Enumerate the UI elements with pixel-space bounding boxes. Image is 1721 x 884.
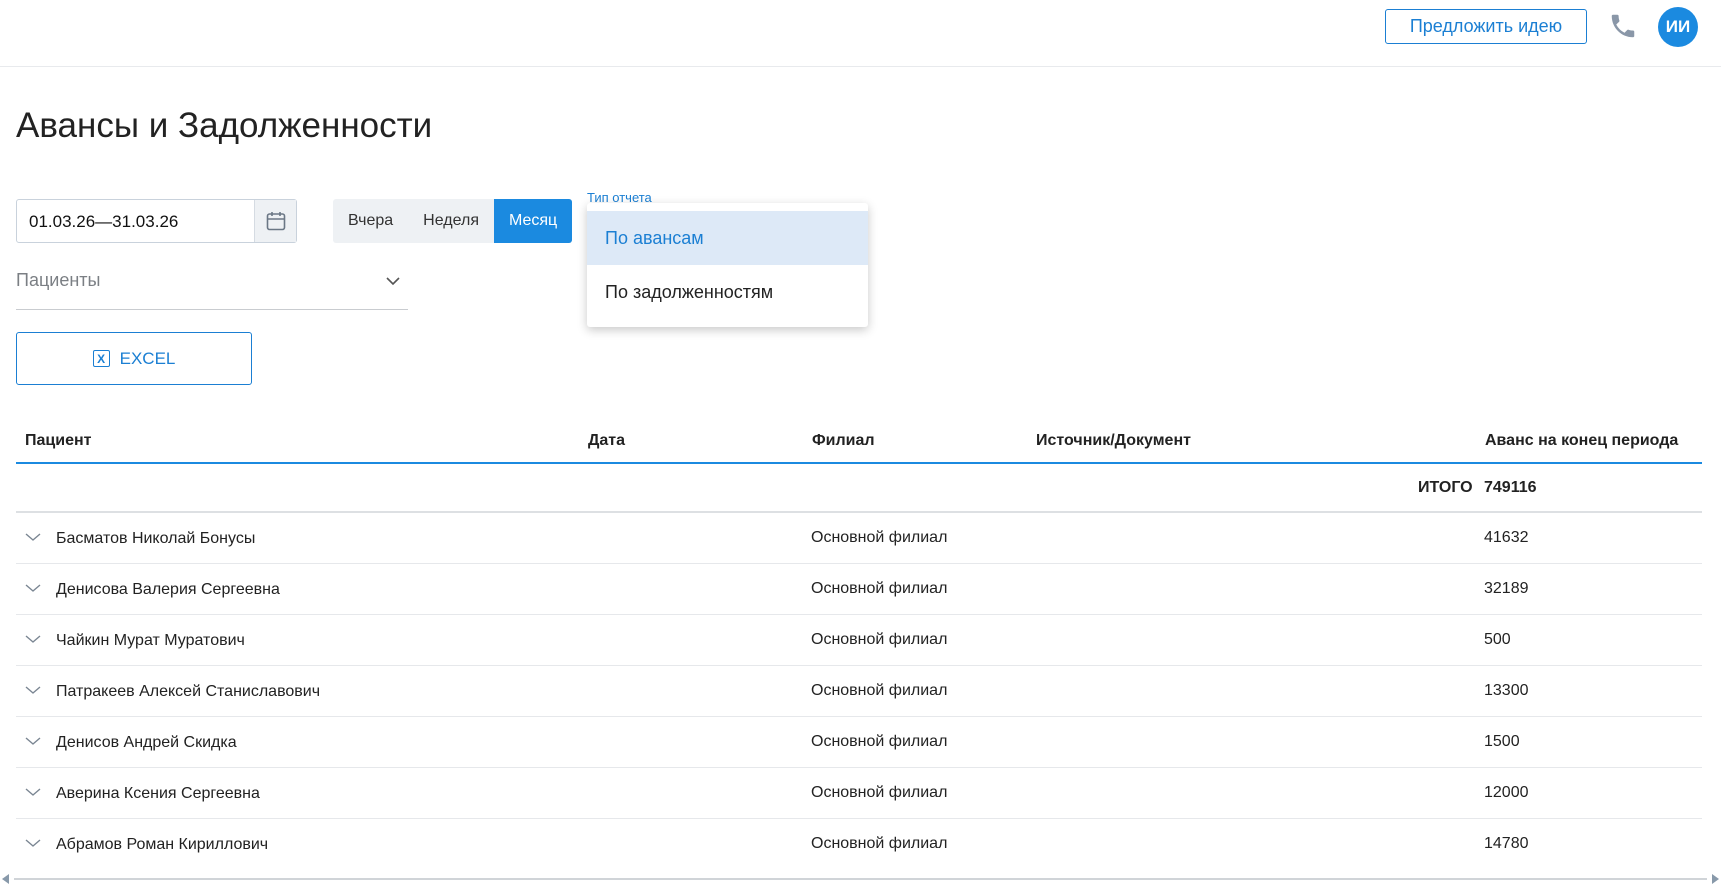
period-selector: Вчера Неделя Месяц [333, 199, 573, 243]
date-range-value[interactable]: 01.03.26—31.03.26 [29, 212, 178, 232]
row-advance: 12000 [1484, 784, 1529, 801]
horizontal-scrollbar[interactable] [0, 872, 1721, 884]
column-header-date[interactable]: Дата [588, 432, 625, 450]
page-title: Авансы и Задолженности [16, 106, 433, 145]
row-branch: Основной филиал [811, 733, 948, 750]
phone-icon[interactable] [1608, 11, 1638, 41]
row-patient: Денисова Валерия Сергеевна [56, 581, 280, 598]
table-row[interactable]: Абрамов Роман Кириллович Основной филиал… [16, 819, 1702, 870]
table-header: Пациент Дата Филиал Источник/Документ Ав… [16, 427, 1702, 464]
table-row[interactable]: Басматов Николай Бонусы Основной филиал … [16, 513, 1702, 564]
scrollbar-track[interactable] [14, 878, 1707, 880]
total-label: ИТОГО [1418, 479, 1473, 496]
row-branch: Основной филиал [811, 580, 948, 597]
row-patient: Басматов Николай Бонусы [56, 530, 256, 547]
row-advance: 41632 [1484, 529, 1529, 546]
expand-chevron-icon[interactable] [24, 785, 42, 799]
suggest-idea-button[interactable]: Предложить идею [1385, 9, 1587, 44]
table-row[interactable]: Денисова Валерия Сергеевна Основной фили… [16, 564, 1702, 615]
expand-chevron-icon[interactable] [24, 581, 42, 595]
row-branch: Основной филиал [811, 682, 948, 699]
column-header-branch[interactable]: Филиал [812, 432, 875, 450]
calendar-icon [266, 212, 285, 231]
period-week-button[interactable]: Неделя [408, 199, 494, 243]
calendar-button[interactable] [254, 200, 296, 242]
total-row: ИТОГО 749116 [16, 465, 1702, 513]
chevron-down-icon [386, 277, 400, 286]
row-advance: 1500 [1484, 733, 1520, 750]
column-header-advance[interactable]: Аванс на конец периода [1485, 432, 1678, 450]
total-value: 749116 [1484, 479, 1537, 496]
row-advance: 14780 [1484, 835, 1529, 852]
row-patient: Аверина Ксения Сергеевна [56, 785, 260, 802]
row-branch: Основной филиал [811, 835, 948, 852]
expand-chevron-icon[interactable] [24, 836, 42, 850]
row-advance: 13300 [1484, 682, 1529, 699]
table-body: Басматов Николай Бонусы Основной филиал … [16, 513, 1702, 870]
excel-label: EXCEL [119, 348, 176, 368]
table-row[interactable]: Чайкин Мурат Муратович Основной филиал 5… [16, 615, 1702, 666]
report-type-option-advances[interactable]: По авансам [587, 211, 868, 265]
row-branch: Основной филиал [811, 631, 948, 648]
table-row[interactable]: Денисов Андрей Скидка Основной филиал 15… [16, 717, 1702, 768]
table-row[interactable]: Аверина Ксения Сергеевна Основной филиал… [16, 768, 1702, 819]
table-row[interactable]: Патракеев Алексей Станиславович Основной… [16, 666, 1702, 717]
excel-icon: X [92, 350, 110, 367]
row-advance: 500 [1484, 631, 1511, 648]
expand-chevron-icon[interactable] [24, 734, 42, 748]
column-header-source[interactable]: Источник/Документ [1036, 432, 1191, 450]
report-type-dropdown: По авансам По задолженностям [587, 203, 868, 327]
row-advance: 32189 [1484, 580, 1529, 597]
patients-select[interactable]: Пациенты [16, 262, 408, 310]
expand-chevron-icon[interactable] [24, 632, 42, 646]
column-header-patient[interactable]: Пациент [25, 432, 91, 450]
top-bar: Предложить идею ИИ [0, 0, 1721, 67]
date-range-field[interactable]: 01.03.26—31.03.26 [16, 199, 297, 243]
patients-placeholder: Пациенты [16, 270, 101, 290]
expand-chevron-icon[interactable] [24, 530, 42, 544]
excel-export-button[interactable]: X EXCEL [16, 332, 252, 385]
period-month-button[interactable]: Месяц [493, 199, 573, 243]
report-type-option-debts[interactable]: По задолженностям [587, 265, 868, 319]
user-avatar[interactable]: ИИ [1658, 7, 1698, 47]
row-patient: Денисов Андрей Скидка [56, 734, 237, 751]
row-patient: Абрамов Роман Кириллович [56, 836, 269, 853]
row-patient: Патракеев Алексей Станиславович [56, 683, 321, 700]
expand-chevron-icon[interactable] [24, 683, 42, 697]
row-branch: Основной филиал [811, 784, 948, 801]
period-yesterday-button[interactable]: Вчера [333, 199, 408, 243]
row-branch: Основной филиал [811, 529, 948, 546]
row-patient: Чайкин Мурат Муратович [56, 632, 245, 649]
